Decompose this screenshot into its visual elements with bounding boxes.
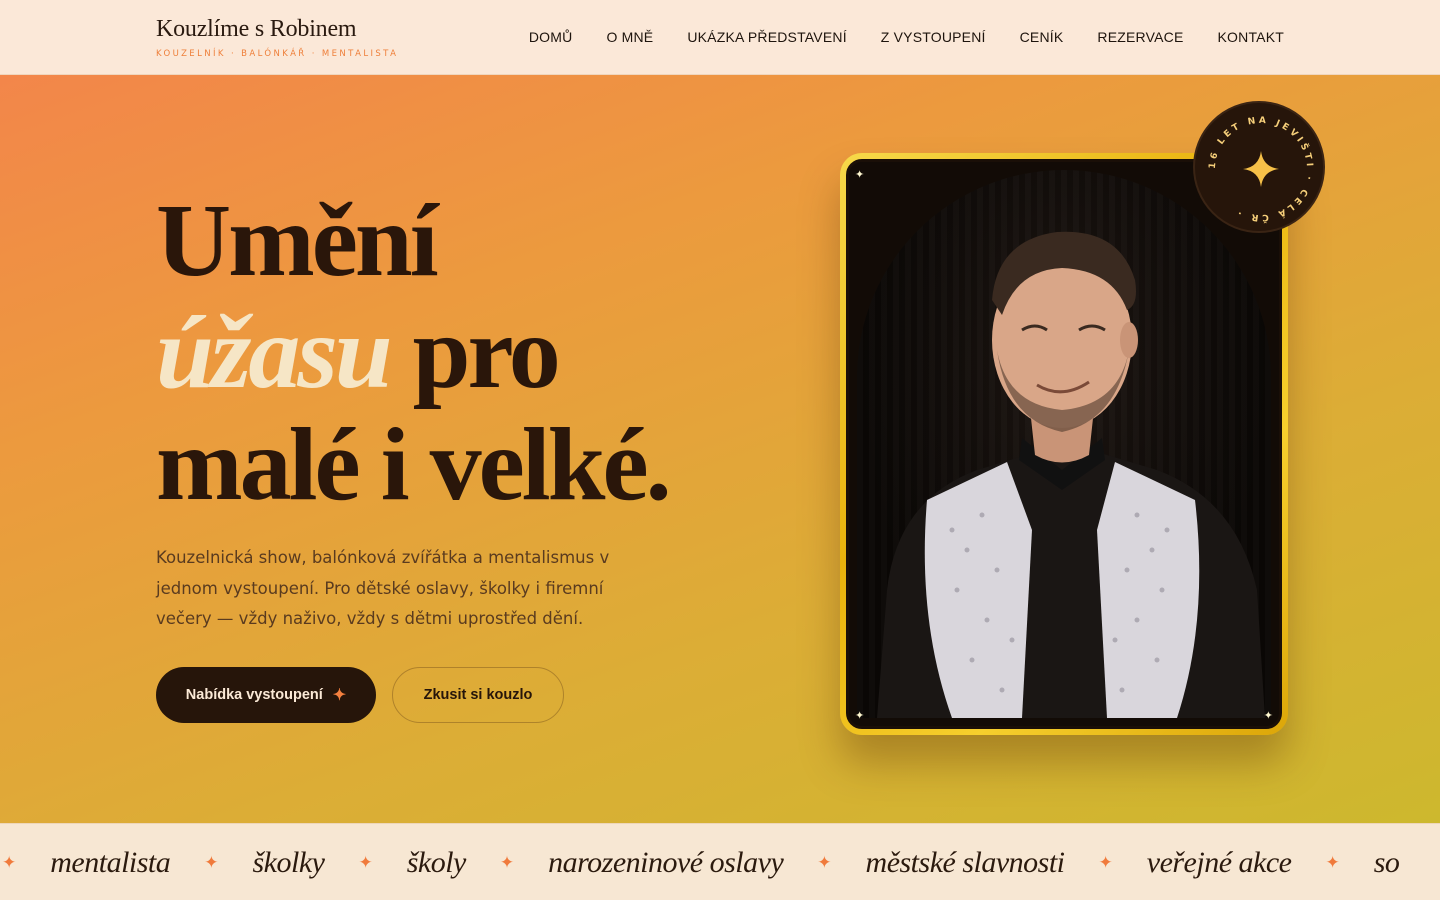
four-point-star-icon: ✦ xyxy=(1325,852,1340,873)
nav-item-performances[interactable]: Z VYSTOUPENÍ xyxy=(881,29,986,45)
four-point-star-icon: ✦ xyxy=(499,852,515,873)
nav-item-home[interactable]: DOMŮ xyxy=(529,29,573,45)
hero-section: Umění úžasu pro malé i velké. Kouzelnick… xyxy=(0,75,1440,823)
main-nav: DOMŮ O MNĚ UKÁZKA PŘEDSTAVENÍ Z VYSTOUPE… xyxy=(529,29,1284,45)
corner-sparkle-icon: ✦ xyxy=(1263,709,1273,722)
offer-button-label: Nabídka vystoupení xyxy=(185,687,323,703)
marquee-item: narozeninové oslavy xyxy=(548,845,784,879)
hero-headline: Umění úžasu pro malé i velké. xyxy=(156,183,672,522)
try-trick-button[interactable]: Zkusit si kouzlo xyxy=(392,667,564,723)
services-marquee: ✦ mentalista ✦ školky ✦ školy ✦ narozeni… xyxy=(0,823,1440,900)
photo-inner: ✦ ✦ ✦ xyxy=(846,159,1282,729)
brand-subtitle: KOUZELNÍK · BALÓNKÁŘ · MENTALISTA xyxy=(156,49,399,59)
headline-accent-word: úžasu xyxy=(156,295,393,410)
performer-photo-frame: ✦ ✦ ✦ xyxy=(840,153,1288,735)
performer-photo xyxy=(857,170,1271,718)
corner-sparkle-icon: ✦ xyxy=(855,709,865,722)
marquee-item: školy xyxy=(406,845,467,879)
marquee-item: městské slavnosti xyxy=(865,845,1065,879)
marquee-item: školky xyxy=(252,845,325,879)
corner-sparkle-icon: ✦ xyxy=(855,168,865,181)
headline-line-1: Umění xyxy=(156,183,439,298)
site-header: Kouzlíme s Robinem KOUZELNÍK · BALÓNKÁŘ … xyxy=(0,0,1440,75)
four-point-star-icon: ✦ xyxy=(817,852,832,873)
four-point-star-icon: ✦ xyxy=(1098,852,1113,873)
marquee-item: so xyxy=(1373,845,1400,879)
performer-illustration xyxy=(877,231,1265,718)
experience-badge: 16 LET NA JEVIŠTI · CELÁ ČR · xyxy=(1193,101,1325,233)
offer-button[interactable]: Nabídka vystoupení ✦ xyxy=(156,667,376,723)
nav-item-booking[interactable]: REZERVACE xyxy=(1097,29,1183,45)
brand-logo[interactable]: Kouzlíme s Robinem KOUZELNÍK · BALÓNKÁŘ … xyxy=(156,14,398,59)
marquee-item: mentalista xyxy=(50,845,171,879)
brand-title: Kouzlíme s Robinem xyxy=(156,16,357,42)
marquee-item: veřejné akce xyxy=(1146,845,1292,879)
nav-item-pricing[interactable]: CENÍK xyxy=(1020,29,1064,45)
hero-lead-text: Kouzelnická show, balónková zvířátka a m… xyxy=(156,548,610,628)
try-trick-button-label: Zkusit si kouzlo xyxy=(423,687,533,703)
four-point-star-icon: ✦ xyxy=(332,687,347,704)
four-point-star-icon: ✦ xyxy=(204,852,219,873)
four-point-star-icon: ✦ xyxy=(2,852,17,873)
marquee-track: ✦ mentalista ✦ školky ✦ školy ✦ narozeni… xyxy=(2,824,1400,900)
nav-item-contact[interactable]: KONTAKT xyxy=(1218,29,1284,45)
four-point-star-icon: ✦ xyxy=(358,852,373,873)
headline-line-3: malé i velké. xyxy=(156,407,672,522)
headline-line-2-rest: pro xyxy=(389,295,561,410)
four-point-star-icon xyxy=(1243,151,1279,187)
nav-item-about[interactable]: O MNĚ xyxy=(606,29,653,45)
nav-item-show-sample[interactable]: UKÁZKA PŘEDSTAVENÍ xyxy=(687,29,846,45)
